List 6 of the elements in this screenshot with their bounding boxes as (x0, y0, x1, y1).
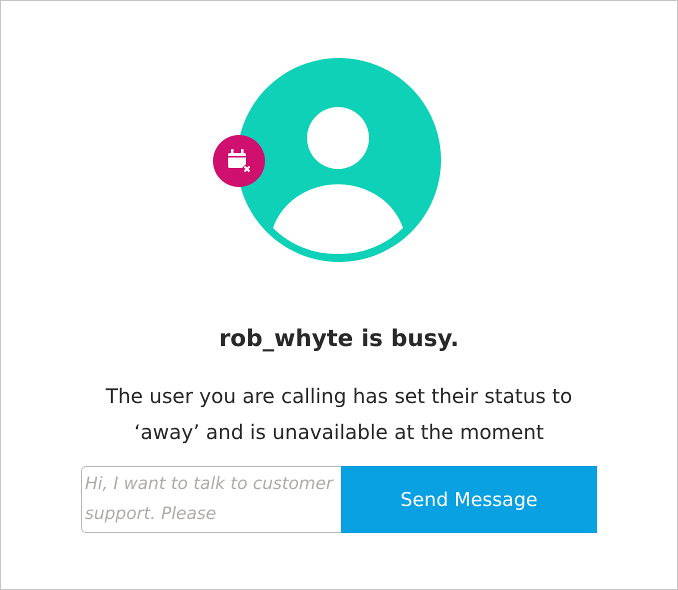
status-message: The user you are calling has set their status to ‘away’ and is unavailable at the moment (104, 383, 574, 446)
status-title: rob_whyte is busy. (218, 325, 460, 354)
avatar-icon (237, 58, 441, 262)
send-message-button[interactable]: Send Message (341, 466, 597, 533)
calendar-cancel-icon (213, 135, 265, 187)
message-field[interactable]: Hi, I want to talk to customer support. Please (81, 466, 341, 533)
